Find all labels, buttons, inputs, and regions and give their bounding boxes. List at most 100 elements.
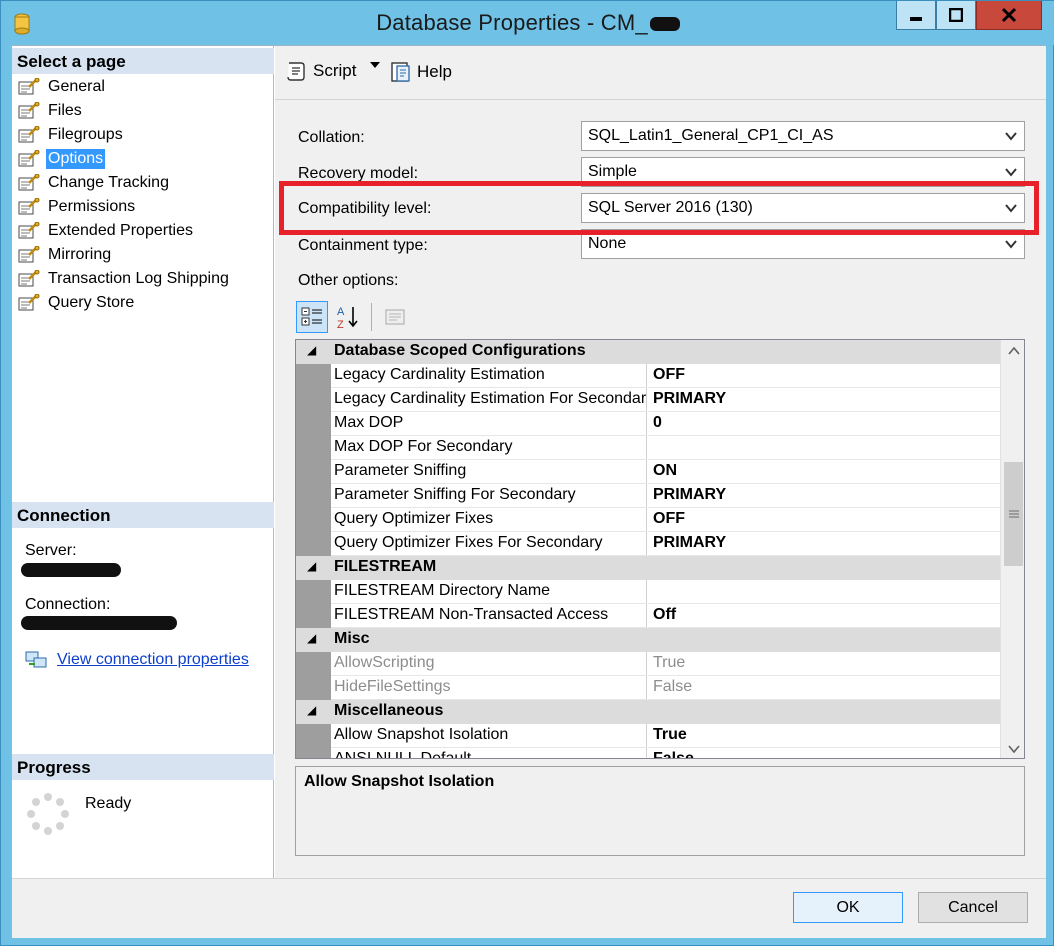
scroll-down-button[interactable] [1001,738,1024,758]
page-wrench-icon [18,270,40,287]
property-value[interactable]: True [648,652,1000,676]
page-wrench-icon [18,246,40,263]
view-connection-properties-link[interactable]: View connection properties [57,651,249,669]
page-item-extended-properties[interactable]: Extended Properties [18,219,231,243]
grid-row[interactable]: Allow Snapshot Isolation True [296,724,1000,748]
page-wrench-icon [18,222,40,239]
collation-dropdown[interactable]: SQL_Latin1_General_CP1_CI_AS [581,121,1025,151]
scroll-thumb[interactable] [1004,462,1023,566]
redacted-connection-name [21,616,177,630]
grid-category[interactable]: ◢ Miscellaneous [296,700,1000,724]
property-value[interactable]: Off [648,604,1000,628]
collapse-icon[interactable]: ◢ [307,703,316,717]
help-button[interactable]: Help [389,60,452,84]
property-grid[interactable]: ◢ Database Scoped Configurations Legacy Ca… [295,339,1025,759]
property-value[interactable]: OFF [648,364,1000,388]
page-item-transaction-log-shipping[interactable]: Transaction Log Shipping [18,267,231,291]
cancel-button[interactable]: Cancel [918,892,1028,923]
page-item-label: General [48,78,105,95]
grid-row[interactable]: Legacy Cardinality Estimation OFF [296,364,1000,388]
property-value[interactable] [648,580,1000,604]
property-name: FILESTREAM Non-Transacted Access [331,604,647,628]
property-value[interactable]: PRIMARY [648,484,1000,508]
script-button[interactable]: Script [285,60,356,82]
page-item-filegroups[interactable]: Filegroups [18,123,231,147]
connection-header: Connection [12,502,274,528]
categorized-button[interactable] [296,301,328,333]
property-value[interactable]: 0 [648,412,1000,436]
property-name: HideFileSettings [331,676,647,700]
help-icon [391,62,410,82]
grid-row[interactable]: FILESTREAM Directory Name [296,580,1000,604]
property-value[interactable]: OFF [648,508,1000,532]
alphabetical-button[interactable]: A Z [332,301,364,333]
property-name: Parameter Sniffing [331,460,647,484]
property-name: Query Optimizer Fixes [331,508,647,532]
scroll-up-button[interactable] [1001,340,1024,362]
script-dropdown-button[interactable] [369,60,381,70]
property-name: Max DOP [331,412,647,436]
page-item-mirroring[interactable]: Mirroring [18,243,231,267]
chevron-down-icon [370,62,380,68]
collapse-icon[interactable]: ◢ [307,631,316,645]
page-item-general[interactable]: General [18,75,231,99]
sort-alphabetical-icon: A Z [337,306,358,330]
property-value[interactable] [648,436,1000,460]
grid-row[interactable]: Parameter Sniffing ON [296,460,1000,484]
page-item-options[interactable]: Options [18,147,231,171]
page-item-query-store[interactable]: Query Store [18,291,231,315]
page-wrench-icon [18,198,40,215]
maximize-button[interactable] [936,1,976,30]
property-pages-button[interactable] [379,301,411,333]
page-item-label: Filegroups [48,126,123,143]
grid-row[interactable]: Query Optimizer Fixes OFF [296,508,1000,532]
window-title-text: Database Properties - CM_ [376,10,648,35]
property-value[interactable]: True [648,724,1000,748]
grid-row[interactable]: Parameter Sniffing For Secondary PRIMARY [296,484,1000,508]
description-title: Allow Snapshot Isolation [304,773,495,790]
grid-row[interactable]: Max DOP For Secondary [296,436,1000,460]
page-item-files[interactable]: Files [18,99,231,123]
property-name: Query Optimizer Fixes For Secondary [331,532,647,556]
grid-row[interactable]: Query Optimizer Fixes For Secondary PRIMA… [296,532,1000,556]
property-value[interactable]: False [648,748,1000,758]
chevron-up-icon [1007,346,1020,355]
page-item-label: Options [46,149,106,169]
description-panel: Allow Snapshot Isolation [295,766,1025,856]
grid-row[interactable]: HideFileSettings False [296,676,1000,700]
grid-row[interactable]: FILESTREAM Non-Transacted Access Off [296,604,1000,628]
grid-category[interactable]: ◢ FILESTREAM [296,556,1000,580]
grid-category[interactable]: ◢ Database Scoped Configurations [296,340,1000,364]
property-name: Allow Snapshot Isolation [331,724,647,748]
page-item-label: Files [48,102,82,119]
connection-properties-icon [25,651,47,668]
property-value[interactable]: PRIMARY [648,532,1000,556]
grid-row[interactable]: ANSI NULL Default False [296,748,1000,758]
property-value[interactable]: PRIMARY [648,388,1000,412]
title-bar[interactable]: Database Properties - CM_ [1,1,1054,45]
property-name: FILESTREAM Directory Name [331,580,647,604]
script-icon [287,62,305,81]
property-value[interactable]: False [648,676,1000,700]
property-value[interactable]: ON [648,460,1000,484]
grid-category[interactable]: ◢ Misc [296,628,1000,652]
help-label: Help [417,62,452,81]
property-name: ANSI NULL Default [331,748,647,758]
vertical-scrollbar[interactable] [1000,340,1024,758]
category-name: Misc [334,630,370,647]
collapse-icon[interactable]: ◢ [307,559,316,573]
page-item-permissions[interactable]: Permissions [18,195,231,219]
page-wrench-icon [18,126,40,143]
recovery-model-value: Simple [588,163,637,180]
minimize-button[interactable] [896,1,936,30]
options-page: Collation: SQL_Latin1_General_CP1_CI_AS … [275,100,1046,878]
dialog-client-area: Select a page General Files Filegroups Opti… [11,45,1046,938]
grid-row[interactable]: Legacy Cardinality Estimation For Second… [296,388,1000,412]
grid-row[interactable]: AllowScripting True [296,652,1000,676]
collapse-icon[interactable]: ◢ [307,343,316,357]
grid-row[interactable]: Max DOP 0 [296,412,1000,436]
close-button[interactable] [976,1,1042,30]
chevron-down-icon [1005,168,1017,177]
ok-button[interactable]: OK [793,892,903,923]
page-item-change-tracking[interactable]: Change Tracking [18,171,231,195]
